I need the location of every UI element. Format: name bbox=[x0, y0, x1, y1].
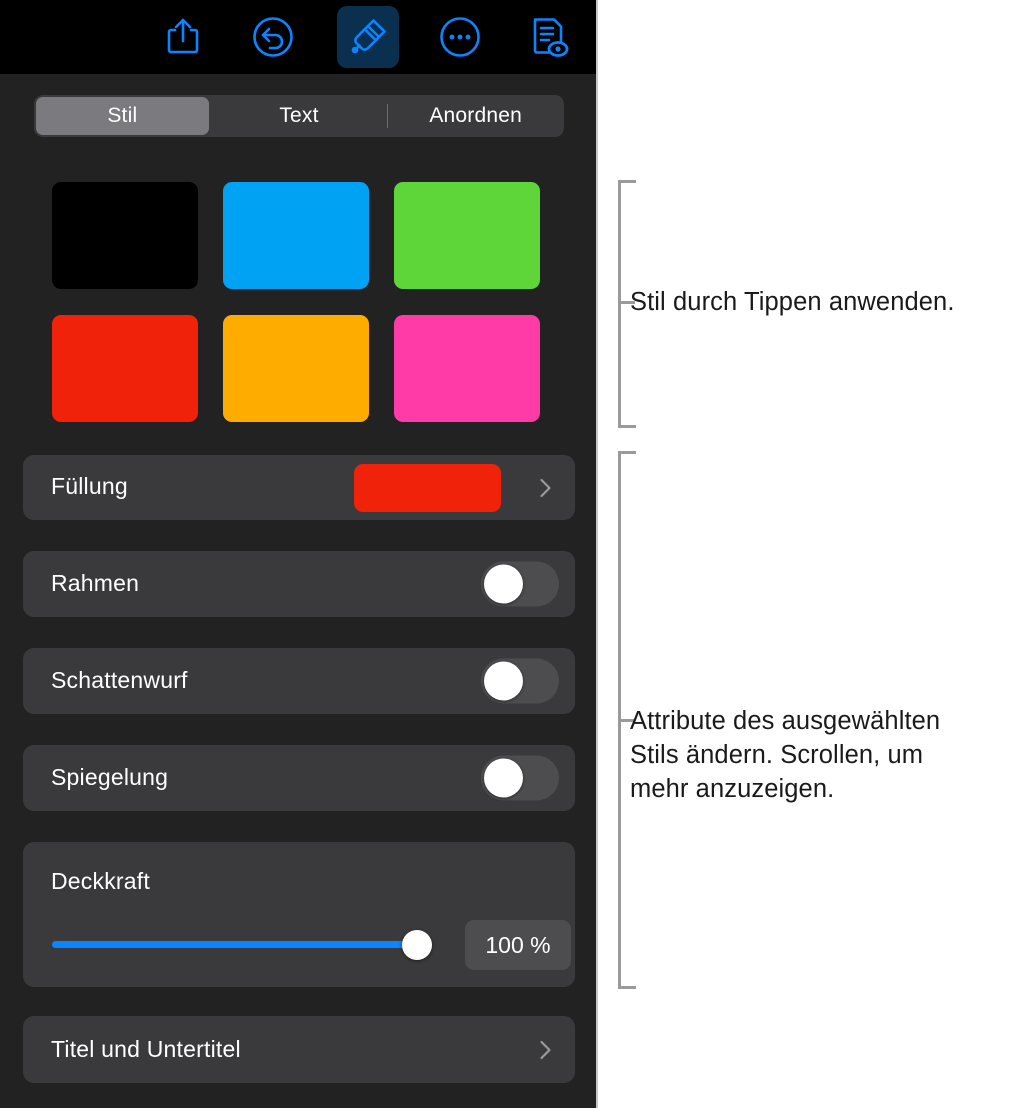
title-subtitle-label: Titel und Untertitel bbox=[51, 1036, 241, 1062]
style-swatch-blue[interactable] bbox=[223, 182, 369, 289]
tab-text-label: Text bbox=[279, 104, 319, 127]
toggle-knob bbox=[484, 564, 523, 604]
tab-anordnen-label: Anordnen bbox=[429, 104, 523, 127]
undo-icon[interactable] bbox=[242, 6, 304, 68]
callout-text-modify-attributes: Attribute des ausgewählten Stils ändern.… bbox=[630, 707, 941, 803]
screenshot-root: Stil Text Anordnen Füllung Rahmen Schatt… bbox=[0, 0, 1015, 1108]
tab-stil-label: Stil bbox=[107, 104, 138, 127]
tab-stil[interactable]: Stil bbox=[36, 97, 209, 135]
inspector-tabs[interactable]: Stil Text Anordnen bbox=[34, 95, 564, 137]
border-row[interactable]: Rahmen bbox=[23, 551, 575, 617]
style-swatch-orange[interactable] bbox=[223, 315, 369, 422]
border-toggle[interactable] bbox=[481, 561, 559, 607]
style-swatch-grid bbox=[52, 182, 541, 422]
format-inspector-panel: Stil Text Anordnen Füllung Rahmen Schatt… bbox=[0, 0, 598, 1108]
share-icon[interactable] bbox=[152, 6, 214, 68]
opacity-label: Deckkraft bbox=[51, 868, 150, 894]
style-swatch-red[interactable] bbox=[52, 315, 198, 422]
format-brush-icon[interactable] bbox=[337, 6, 399, 68]
style-swatch-pink[interactable] bbox=[394, 315, 540, 422]
callout-text-apply-style: Stil durch Tippen anwenden. bbox=[630, 288, 955, 316]
more-options-icon[interactable] bbox=[429, 6, 491, 68]
tab-text[interactable]: Text bbox=[213, 97, 386, 135]
border-label: Rahmen bbox=[51, 570, 140, 596]
opacity-slider[interactable] bbox=[52, 926, 436, 964]
toggle-knob bbox=[484, 758, 523, 798]
reflection-row[interactable]: Spiegelung bbox=[23, 745, 575, 811]
top-toolbar bbox=[0, 0, 596, 74]
title-subtitle-row[interactable]: Titel und Untertitel bbox=[23, 1016, 575, 1083]
document-preview-icon[interactable] bbox=[517, 6, 579, 68]
toggle-knob bbox=[484, 661, 523, 701]
slider-knob[interactable] bbox=[402, 930, 432, 960]
opacity-value[interactable]: 100 % bbox=[465, 920, 571, 970]
tab-divider bbox=[387, 104, 388, 128]
fill-label: Füllung bbox=[51, 473, 128, 499]
reflection-toggle[interactable] bbox=[481, 755, 559, 801]
fill-color-swatch[interactable] bbox=[354, 463, 501, 512]
chevron-right-icon bbox=[533, 1038, 557, 1062]
tab-anordnen[interactable]: Anordnen bbox=[389, 97, 562, 135]
chevron-right-icon bbox=[533, 476, 557, 500]
shadow-label: Schattenwurf bbox=[51, 667, 188, 693]
reflection-label: Spiegelung bbox=[51, 764, 169, 790]
shadow-row[interactable]: Schattenwurf bbox=[23, 648, 575, 714]
style-swatch-black[interactable] bbox=[52, 182, 198, 289]
style-swatch-green[interactable] bbox=[394, 182, 540, 289]
shadow-toggle[interactable] bbox=[481, 658, 559, 704]
slider-track bbox=[52, 941, 420, 948]
fill-row[interactable]: Füllung bbox=[23, 455, 575, 520]
opacity-row: Deckkraft 100 % bbox=[23, 842, 575, 987]
